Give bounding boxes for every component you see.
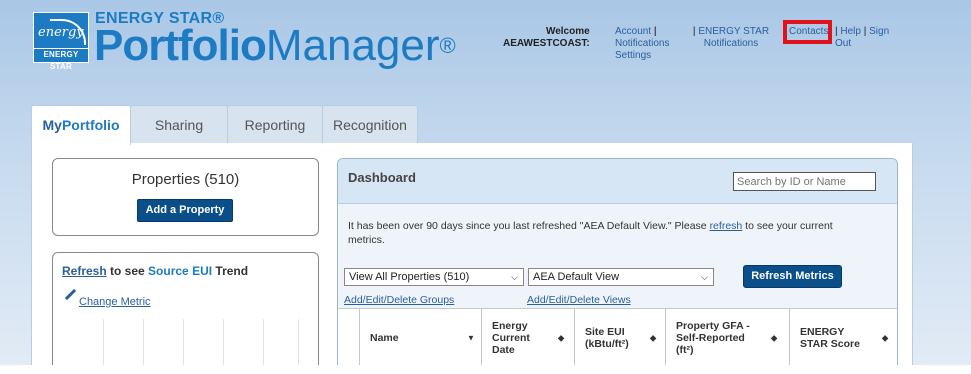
dashboard-header: Dashboard: [338, 159, 897, 204]
energy-star-notifications-link[interactable]: | ENERGY STAR Notifications: [676, 26, 786, 50]
chart-gridline: [298, 319, 299, 365]
logo-script: energy: [38, 25, 84, 40]
trend-text: to see: [106, 264, 149, 278]
page-bottom-strip: [0, 365, 971, 374]
chart-gridline: [103, 319, 104, 365]
tab-my-label: My: [42, 117, 62, 133]
username: AEAWESTCOAST:: [503, 38, 590, 49]
refresh-metrics-button[interactable]: Refresh Metrics: [743, 265, 842, 288]
trend-panel: Refresh to see Source EUI Trend Change M…: [52, 252, 319, 365]
column-label: ENERGY STAR Score: [800, 326, 860, 350]
column-site-eui[interactable]: Site EUI (kBtu/ft²) ◆: [574, 309, 665, 365]
search-input[interactable]: [733, 172, 876, 191]
separator: |: [863, 26, 867, 37]
chart-gridline: [143, 319, 144, 365]
property-filter-select[interactable]: View All Properties (510) ⌵: [344, 268, 524, 286]
brand-registered: ®: [439, 33, 456, 58]
account-link[interactable]: Account: [615, 26, 651, 37]
account-settings: Account | Notifications Settings: [615, 26, 670, 62]
refresh-notice: It has been over 90 days since you last …: [348, 219, 868, 247]
separator: |: [692, 26, 696, 37]
tab-reporting[interactable]: Reporting: [227, 105, 323, 144]
column-energy-star-score[interactable]: ENERGY STAR Score ◆: [789, 309, 897, 365]
chevron-down-icon: ⌵: [511, 272, 518, 282]
view-select[interactable]: AEA Default View ⌵: [528, 268, 714, 286]
change-metric-link[interactable]: Change Metric: [79, 296, 151, 308]
tab-sharing[interactable]: Sharing: [130, 105, 228, 144]
table-header: Name ▼ Energy Current Date ◆ Site EUI (k…: [338, 308, 897, 365]
column-property-gfa[interactable]: Property GFA - Self-Reported (ft²) ◆: [665, 309, 789, 365]
chart-gridline: [223, 319, 224, 365]
chevron-down-icon: ⌵: [701, 272, 708, 282]
view-select-value: AEA Default View: [533, 271, 620, 283]
properties-title: Properties (510): [131, 171, 240, 188]
column-label: Site EUI (kBtu/ft²): [585, 326, 629, 350]
property-filter-value: View All Properties (510): [349, 271, 470, 283]
column-label: Name: [370, 332, 399, 344]
chart-gridline: [263, 319, 264, 365]
edit-groups-link[interactable]: Add/Edit/Delete Groups: [344, 294, 454, 306]
properties-panel: Properties (510) Add a Property: [52, 158, 319, 236]
settings-link[interactable]: Settings: [615, 50, 670, 62]
contacts-link[interactable]: Contacts: [789, 26, 828, 37]
separator: |: [653, 26, 657, 37]
sort-desc-icon: ▼: [467, 333, 475, 343]
trend-refresh-link[interactable]: Refresh: [62, 264, 107, 278]
sort-icon: ◆: [882, 333, 889, 343]
column-energy-current-date[interactable]: Energy Current Date ◆: [481, 309, 574, 365]
notice-text: It has been over 90 days since you last …: [348, 220, 710, 232]
sort-icon: ◆: [650, 333, 657, 343]
column-name[interactable]: Name ▼: [359, 309, 481, 365]
welcome-label: Welcome: [545, 26, 590, 37]
column-label: Property GFA - Self-Reported (ft²): [676, 320, 750, 356]
energy-star-logo[interactable]: energy ENERGY STAR: [33, 12, 89, 71]
dashboard-title: Dashboard: [348, 170, 416, 185]
notice-refresh-link[interactable]: refresh: [710, 220, 743, 232]
brand-portfolio-manager[interactable]: PortfolioManager®: [94, 22, 456, 70]
dashboard-panel: Dashboard It has been over 90 days since…: [337, 158, 898, 365]
column-label: Energy Current Date: [492, 320, 530, 356]
sort-icon: ◆: [771, 333, 778, 343]
add-property-button[interactable]: Add a Property: [137, 199, 233, 222]
edit-views-link[interactable]: Add/Edit/Delete Views: [527, 294, 631, 306]
welcome-block: Welcome AEAWESTCOAST:: [503, 26, 590, 50]
trend-end: Trend: [212, 264, 249, 278]
brand-manager: Manager: [265, 21, 440, 70]
tab-myportfolio[interactable]: MyPortfolio: [31, 105, 131, 145]
notifications-link[interactable]: Notifications: [615, 38, 669, 49]
help-link[interactable]: Help: [840, 26, 861, 37]
chart-gridline: [183, 319, 184, 365]
pencil-icon: [64, 288, 77, 301]
energy-star-notifications-label[interactable]: ENERGY STAR Notifications: [698, 26, 769, 49]
brand-portfolio: Portfolio: [94, 21, 267, 70]
trend-metric: Source EUI: [148, 264, 213, 278]
trend-heading: Refresh to see Source EUI Trend: [62, 264, 248, 278]
sort-icon: ◆: [558, 333, 565, 343]
help-signout: | Help | Sign Out: [835, 26, 895, 50]
tab-portfolio-label: Portfolio: [61, 117, 120, 133]
tab-recognition[interactable]: Recognition: [322, 105, 418, 144]
logo-label: ENERGY STAR: [34, 48, 88, 71]
separator: |: [835, 26, 838, 37]
